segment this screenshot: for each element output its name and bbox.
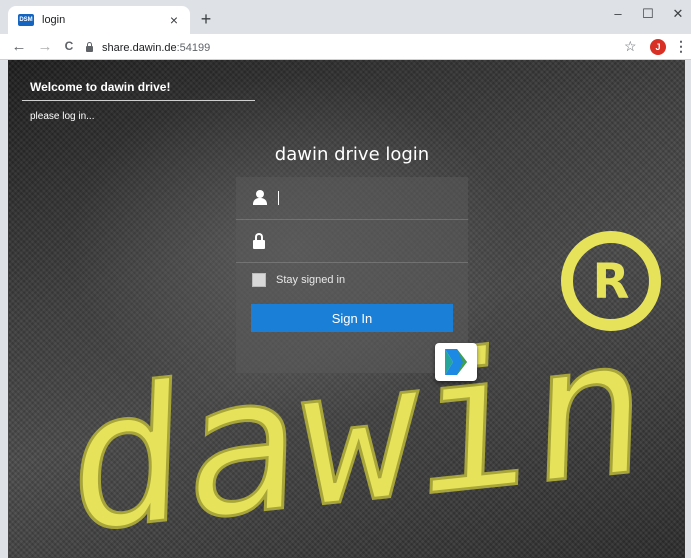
login-page: R dawin Welcome to dawin drive! please l… [8, 60, 685, 558]
login-form: Stay signed in Sign In [236, 177, 468, 373]
welcome-divider [22, 100, 255, 101]
stay-signed-in-label: Stay signed in [276, 274, 346, 286]
welcome-heading: Welcome to dawin drive! [30, 80, 171, 94]
forward-button[interactable]: → [36, 38, 54, 55]
profile-avatar[interactable]: J [650, 39, 666, 55]
tab-close-icon[interactable]: × [166, 12, 182, 28]
close-window-button[interactable]: ✕ [666, 6, 690, 22]
dsm-favicon-icon: DSM [18, 14, 34, 26]
username-row [236, 177, 468, 220]
sign-in-button[interactable]: Sign In [251, 304, 453, 332]
tab-strip: DSM login × + – ☐ ✕ [0, 0, 691, 34]
login-hint: please log in... [30, 111, 95, 122]
new-tab-button[interactable]: + [196, 10, 216, 28]
password-row [236, 220, 468, 263]
browser-toolbar: ← → C share.dawin.de:54199 ☆ J ⋮ [0, 34, 691, 60]
menu-icon[interactable]: ⋮ [674, 38, 688, 55]
tab-title: login [42, 14, 66, 26]
text-caret [278, 191, 279, 205]
bookmark-star-icon[interactable]: ☆ [624, 38, 637, 55]
address-bar[interactable]: share.dawin.de:54199 [86, 37, 658, 58]
user-icon [252, 190, 268, 206]
minimize-button[interactable]: – [606, 6, 630, 21]
url-host: share.dawin.de [102, 41, 177, 54]
password-input[interactable] [276, 233, 456, 249]
stay-signed-in-checkbox[interactable] [252, 273, 266, 287]
tab-login[interactable]: DSM login × [8, 6, 190, 34]
padlock-icon [252, 233, 266, 249]
url-port: :54199 [176, 41, 211, 54]
login-title: dawin drive login [274, 144, 430, 165]
stay-signed-in-toggle[interactable]: Stay signed in [252, 273, 345, 287]
reload-button[interactable]: C [60, 38, 78, 55]
dsm-logo-badge [435, 343, 477, 381]
username-input[interactable] [283, 190, 463, 206]
back-button[interactable]: ← [10, 38, 28, 55]
dsm-logo-icon [445, 349, 467, 375]
maximize-button[interactable]: ☐ [636, 6, 660, 22]
lock-icon [86, 42, 93, 52]
